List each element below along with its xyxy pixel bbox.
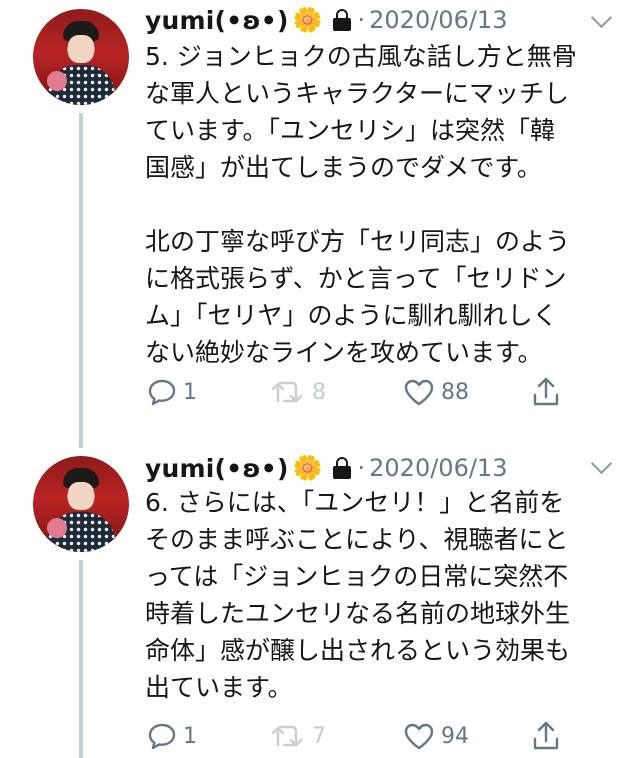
avatar-flower [47,518,67,538]
reply-icon [148,723,176,750]
like-button[interactable]: 88 [403,372,469,412]
chevron-down-icon[interactable] [590,6,613,29]
tweet-actions: 1 7 94 [145,716,585,756]
share-button[interactable] [531,716,561,756]
avatar[interactable] [33,456,129,552]
retweet-count: 7 [312,723,326,749]
name-emoji: 🌼 [292,6,323,34]
author-name[interactable]: yumi(•ʚ•) [145,6,289,35]
avatar[interactable] [33,9,129,105]
heart-icon [404,379,434,406]
retweet-icon [271,725,303,747]
reply-icon [148,379,176,406]
tweet-text: 5. ジョンヒョクの古風な話し方と無骨 な軍人というキャラクターにマッチし てい… [145,42,577,367]
tweet-header: yumi(•ʚ•) 🌼 · 2020/06/13 [145,448,507,488]
retweet-count: 8 [312,379,326,405]
tweet-header: yumi(•ʚ•) 🌼 · 2020/06/13 [145,0,507,40]
retweet-button[interactable]: 7 [270,716,326,756]
chevron-down-icon[interactable] [590,452,613,475]
share-button[interactable] [531,372,561,412]
tweet-date[interactable]: 2020/06/13 [369,6,507,34]
avatar-flower [47,71,67,91]
separator-dot: · [357,454,366,482]
share-icon [533,721,559,750]
tweet-actions: 1 8 88 [145,372,585,412]
reply-button[interactable]: 1 [147,372,197,412]
thread-line [79,113,83,448]
tweet[interactable]: yumi(•ʚ•) 🌼 · 2020/06/13 5. ジョンヒョクの古風な話し… [0,0,639,448]
tweet-date[interactable]: 2020/06/13 [369,454,507,482]
like-count: 88 [441,379,469,405]
reply-button[interactable]: 1 [147,716,197,756]
retweet-icon [271,381,303,403]
avatar-face [68,35,94,63]
reply-count: 1 [183,723,197,749]
tweet[interactable]: yumi(•ʚ•) 🌼 · 2020/06/13 6. さらには、「ユンセリ！」… [0,448,639,758]
lock-icon [332,9,351,31]
separator-dot: · [357,6,366,34]
reply-count: 1 [183,379,197,405]
name-emoji: 🌼 [292,454,323,482]
author-name[interactable]: yumi(•ʚ•) [145,454,289,483]
avatar-face [68,482,94,510]
like-button[interactable]: 94 [403,716,469,756]
heart-icon [404,723,434,750]
retweet-button[interactable]: 8 [270,372,326,412]
lock-icon [332,457,351,479]
like-count: 94 [441,723,469,749]
tweet-text: 6. さらには、「ユンセリ！」と名前を そのまま呼ぶことにより、視聴者にと って… [145,488,571,702]
share-icon [533,377,559,406]
thread-line [79,560,83,758]
